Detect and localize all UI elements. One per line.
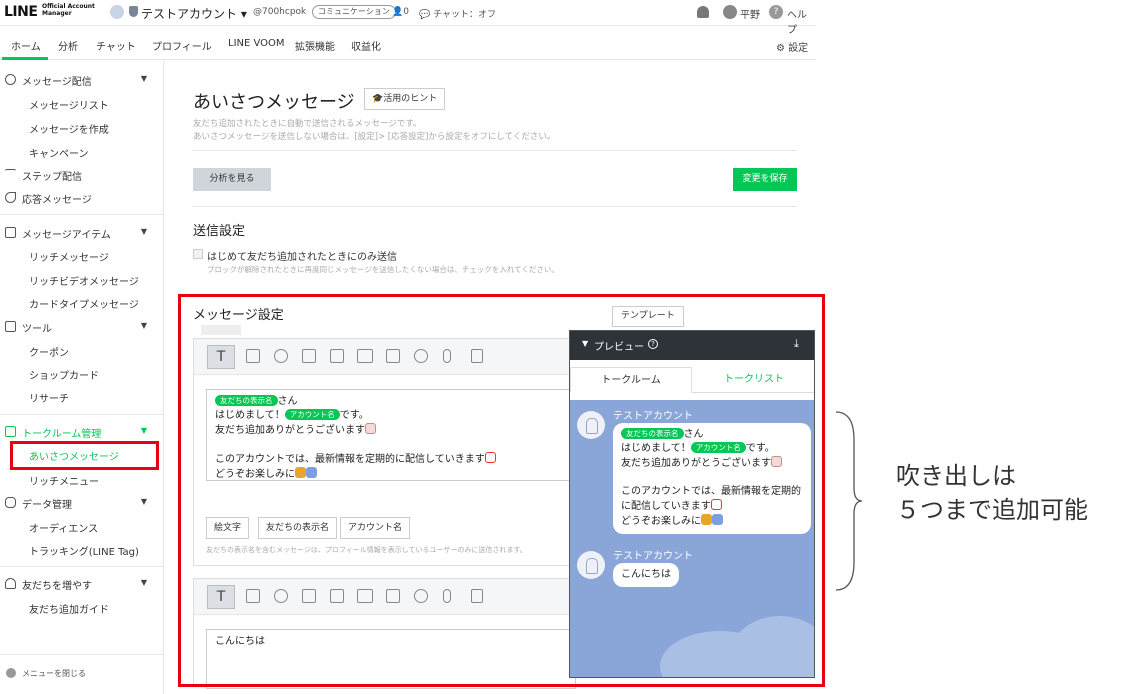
sidebar-item-card-message[interactable]: カードタイプメッセージ	[0, 296, 163, 311]
add-friend-icon	[5, 578, 16, 589]
chat-status[interactable]: 💬 チャット：オフ	[419, 7, 496, 20]
brace-icon	[835, 411, 863, 591]
step-icon	[5, 169, 16, 180]
highlight-box-sidebar	[10, 441, 159, 470]
sidebar-item-step-delivery[interactable]: ステップ配信	[0, 168, 163, 183]
sidebar-item-research[interactable]: リサーチ	[0, 390, 163, 405]
highlight-box-message-settings	[178, 294, 825, 687]
send-settings-title: 送信設定	[193, 224, 246, 239]
sidebar-section-grow-friends[interactable]: 友だちを増やす ▼	[0, 577, 163, 592]
tab-line-voom[interactable]: LINE VOOM	[228, 38, 285, 49]
line-logo[interactable]: LINE	[4, 4, 38, 20]
plus-box-icon	[5, 227, 16, 238]
checkbox-note: ブロックが解除されたときに再度同じメッセージを送信したくない場合は、チェックを入…	[207, 265, 559, 274]
plan-badge: コミュニケーション	[312, 5, 396, 19]
active-tab-indicator	[2, 57, 48, 60]
sidebar-section-message-items[interactable]: メッセージアイテム ▼	[0, 226, 163, 241]
bell-icon[interactable]	[697, 6, 709, 18]
sidebar-divider	[0, 414, 163, 415]
help-icon[interactable]: ?	[769, 5, 783, 19]
collapse-icon[interactable]	[6, 668, 16, 678]
logo-subtitle: Official Account Manager	[42, 3, 95, 17]
analyze-button[interactable]: 分析を見る	[193, 168, 271, 191]
account-avatar[interactable]	[110, 5, 124, 19]
sidebar-section-message-delivery[interactable]: メッセージ配信 ▼	[0, 73, 163, 88]
sidebar-section-data[interactable]: データ管理 ▼	[0, 496, 163, 511]
chevron-down-icon: ▼	[140, 578, 147, 587]
sidebar-item-coupon[interactable]: クーポン	[0, 344, 163, 359]
page-description-2: あいさつメッセージを送信しない場合は、[設定]> [応答設定]から設定をオフにし…	[193, 132, 556, 142]
database-icon	[5, 497, 16, 508]
reply-icon	[5, 192, 16, 203]
account-switcher[interactable]: テストアカウント ▾	[141, 5, 247, 22]
sidebar-section-talk-room[interactable]: トークルーム管理 ▼	[0, 425, 163, 440]
sidebar-section-tools[interactable]: ツール ▼	[0, 320, 163, 335]
sidebar-item-create-message[interactable]: メッセージを作成	[0, 121, 163, 136]
sidebar-item-tracking[interactable]: トラッキング(LINE Tag)	[0, 543, 163, 558]
user-name[interactable]: 平野	[740, 6, 760, 21]
annotation-line-1: 吹き出しは	[896, 462, 1016, 490]
shop-icon	[5, 321, 16, 332]
settings-link[interactable]: ⚙ 設定	[776, 39, 808, 54]
sidebar-item-campaign[interactable]: キャンペーン	[0, 145, 163, 160]
main-nav: ホーム 分析 チャット プロフィール LINE VOOM 拡張機能 収益化 ⚙ …	[0, 30, 816, 60]
tab-extensions[interactable]: 拡張機能	[295, 38, 335, 53]
sidebar-divider	[0, 214, 163, 215]
broadcast-icon	[5, 74, 16, 85]
first-time-only-checkbox[interactable]	[193, 249, 203, 259]
sidebar-item-rich-menu[interactable]: リッチメニュー	[0, 473, 163, 488]
talkroom-icon	[5, 426, 16, 437]
tab-profile[interactable]: プロフィール	[152, 38, 212, 53]
sidebar-item-rich-video-message[interactable]: リッチビデオメッセージ	[0, 273, 163, 288]
sidebar-item-message-list[interactable]: メッセージリスト	[0, 97, 163, 112]
chevron-down-icon: ▼	[140, 321, 147, 330]
hint-button[interactable]: 🎓活用のヒント	[364, 88, 446, 110]
shield-icon	[129, 6, 138, 17]
user-avatar[interactable]	[723, 5, 737, 19]
sidebar-divider	[0, 654, 163, 655]
account-id: @700hcpok	[253, 7, 307, 17]
tab-monetize[interactable]: 収益化	[351, 38, 381, 53]
sidebar-item-shop-card[interactable]: ショップカード	[0, 367, 163, 382]
annotation-line-2: ５つまで追加可能	[896, 496, 1088, 524]
friend-count: 👤0	[392, 7, 409, 17]
sidebar-item-rich-message[interactable]: リッチメッセージ	[0, 249, 163, 264]
tab-analytics[interactable]: 分析	[58, 38, 78, 53]
divider	[193, 150, 797, 151]
sidebar-divider	[0, 566, 163, 567]
chevron-down-icon: ▼	[140, 426, 147, 435]
page-description: 友だち追加されたときに自動で送信されるメッセージです。	[193, 119, 422, 129]
checkbox-label[interactable]: はじめて友だち追加されたときにのみ送信	[207, 248, 397, 263]
page-title: あいさつメッセージ	[193, 92, 355, 113]
save-button[interactable]: 変更を保存	[733, 168, 797, 191]
chevron-down-icon: ▼	[140, 227, 147, 236]
sidebar: メッセージ配信 ▼ メッセージリスト メッセージを作成 キャンペーン ステップ配信…	[0, 61, 164, 694]
tab-chat[interactable]: チャット	[96, 38, 136, 53]
top-bar: LINE Official Account Manager テストアカウント ▾ …	[0, 0, 816, 36]
collapse-menu-link[interactable]: メニューを閉じる	[22, 668, 86, 679]
tab-home[interactable]: ホーム	[11, 38, 41, 53]
chevron-down-icon: ▼	[140, 497, 147, 506]
sidebar-item-auto-reply[interactable]: 応答メッセージ	[0, 191, 163, 206]
sidebar-item-audience[interactable]: オーディエンス	[0, 520, 163, 535]
chevron-down-icon: ▼	[140, 74, 147, 83]
divider	[193, 206, 797, 207]
sidebar-item-friend-guide[interactable]: 友だち追加ガイド	[0, 601, 163, 616]
